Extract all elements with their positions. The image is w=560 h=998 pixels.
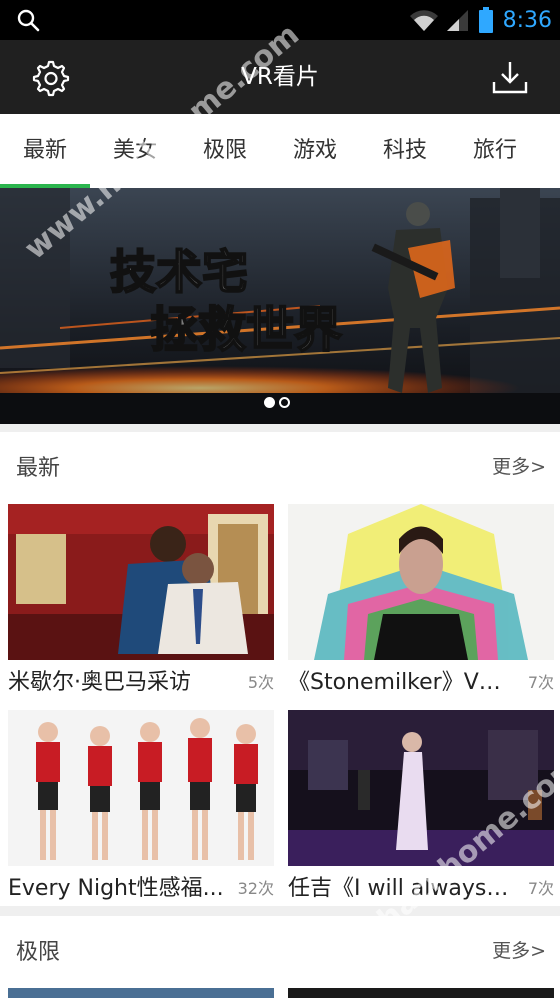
view-count: 7次 — [527, 673, 554, 692]
tab-travel[interactable]: 旅行 — [450, 114, 540, 190]
video-thumbnail — [8, 710, 274, 866]
status-time: 8:36 — [502, 7, 552, 33]
video-card[interactable]: 米歇尔·奥巴马采访 5次 — [8, 504, 274, 698]
tab-latest[interactable]: 最新 — [0, 114, 90, 190]
tab-tech[interactable]: 科技 — [360, 114, 450, 190]
carousel-dot[interactable] — [279, 397, 290, 408]
video-thumbnail — [288, 710, 554, 866]
more-link[interactable]: 更多> — [492, 452, 546, 479]
wifi-icon — [409, 10, 438, 31]
view-count: 32次 — [237, 879, 274, 898]
category-tabs: 最新 美女 极限 游戏 科技 旅行 — [0, 114, 560, 190]
video-card[interactable]: Every Night性感福... 32次 — [8, 710, 274, 904]
video-title: Every Night性感福... — [8, 876, 224, 901]
video-title: 米歇尔·奥巴马采访 — [8, 670, 191, 695]
section-title: 极限 — [16, 940, 61, 965]
video-thumbnail — [8, 504, 274, 660]
carousel-dots — [264, 397, 290, 408]
battery-icon — [478, 7, 493, 33]
status-indicators: 8:36 — [409, 0, 552, 40]
video-thumbnail[interactable] — [8, 988, 274, 998]
download-icon[interactable] — [488, 56, 532, 100]
view-count: 7次 — [527, 879, 554, 898]
section-extreme: 极限 更多> — [0, 916, 560, 998]
search-icon[interactable] — [16, 8, 40, 32]
video-title: 《Stonemilker》VR... — [288, 670, 514, 695]
video-thumbnail — [288, 504, 554, 660]
carousel-dot-active[interactable] — [264, 397, 275, 408]
section-title: 最新 — [16, 456, 61, 481]
more-link[interactable]: 更多> — [492, 936, 546, 963]
signal-icon — [446, 10, 468, 31]
banner-headline-line2: 拯救世界 — [150, 302, 342, 358]
banner-headline-line1: 技术宅 — [110, 245, 248, 299]
tab-games[interactable]: 游戏 — [270, 114, 360, 190]
view-count: 5次 — [247, 673, 274, 692]
video-card[interactable]: 《Stonemilker》VR... 7次 — [288, 504, 554, 698]
